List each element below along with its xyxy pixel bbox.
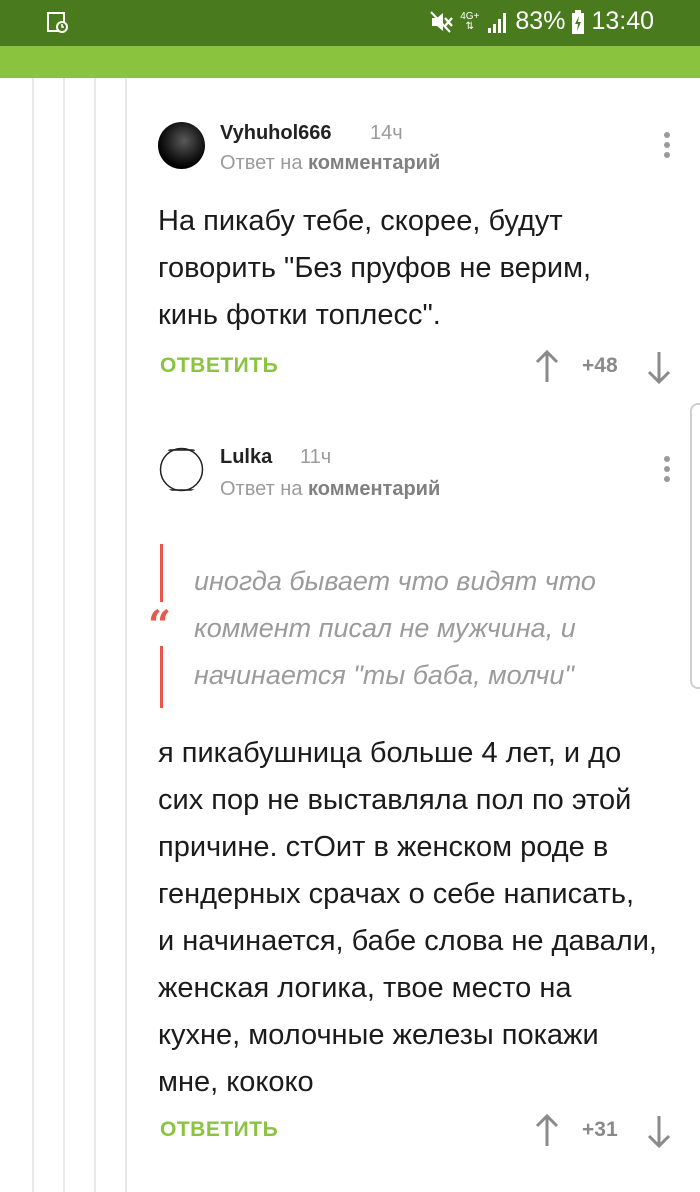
comment-score: +31 [582, 1118, 618, 1141]
thread-line [63, 78, 65, 1192]
mute-icon [430, 10, 454, 33]
comment-time: 11ч [300, 446, 332, 468]
reply-to-link[interactable]: комментарий [308, 152, 440, 174]
reply-to-line: Ответ на комментарий [220, 152, 440, 175]
signal-icon [488, 12, 507, 33]
avatar[interactable] [158, 122, 205, 169]
comment-text: я пикабушница больше 4 лет, и до сих пор… [158, 737, 657, 1098]
thread-line [94, 78, 96, 1192]
downvote-arrow-icon[interactable] [646, 1114, 672, 1150]
network-icon: 4G+ ⇅ [460, 10, 480, 32]
comment-actions: ОТВЕТИТЬ +48 [158, 348, 678, 388]
upvote-arrow-icon[interactable] [534, 1112, 560, 1148]
status-icons: 4G+ ⇅ 83% 13:40 [428, 7, 654, 36]
gallery-notification-icon [47, 12, 68, 33]
avatar[interactable] [158, 446, 205, 493]
quote-block: “ иногда бывает что видят что коммент пи… [148, 544, 658, 710]
downvote-arrow-icon[interactable] [646, 350, 672, 386]
comment-actions: ОТВЕТИТЬ +31 [158, 1112, 678, 1152]
quote-bar [160, 646, 163, 708]
quote-mark-icon: “ [148, 602, 172, 649]
quote-text: иногда бывает что видят что коммент писа… [194, 566, 596, 690]
status-bar: 4G+ ⇅ 83% 13:40 [0, 0, 700, 46]
signal-type-label: 4G+ [460, 10, 480, 22]
comment: Lulka 11ч Ответ на комментарий “ иногда … [148, 446, 678, 1166]
more-options-icon[interactable] [662, 132, 672, 162]
upvote-arrow-icon[interactable] [534, 348, 560, 384]
thread-line [32, 78, 34, 1192]
comment-time: 14ч [370, 122, 403, 144]
battery-charging-icon [572, 9, 585, 34]
reply-button[interactable]: ОТВЕТИТЬ [160, 354, 278, 378]
app-bar [0, 46, 700, 78]
reply-to-prefix: Ответ на [220, 478, 309, 500]
thread-line [125, 78, 127, 1192]
clock: 13:40 [591, 7, 654, 35]
more-options-icon[interactable] [662, 456, 672, 486]
comment-author[interactable]: Lulka [220, 446, 272, 469]
quote-bar [160, 544, 163, 602]
comment-text: На пикабу тебе, скорее, будут говорить "… [158, 205, 592, 331]
data-arrows-icon: ⇅ [465, 20, 474, 32]
reply-to-prefix: Ответ на [220, 152, 309, 174]
battery-percent: 83% [515, 7, 566, 35]
comment-score: +48 [582, 354, 618, 377]
reply-to-line: Ответ на комментарий [220, 478, 440, 501]
comment-author[interactable]: Vyhuhol666 [220, 122, 332, 145]
reply-to-link[interactable]: комментарий [308, 478, 440, 500]
scroll-handle[interactable] [690, 403, 700, 689]
comment: Vyhuhol666 14ч Ответ на комментарий На п… [158, 122, 678, 392]
reply-button[interactable]: ОТВЕТИТЬ [160, 1118, 278, 1142]
